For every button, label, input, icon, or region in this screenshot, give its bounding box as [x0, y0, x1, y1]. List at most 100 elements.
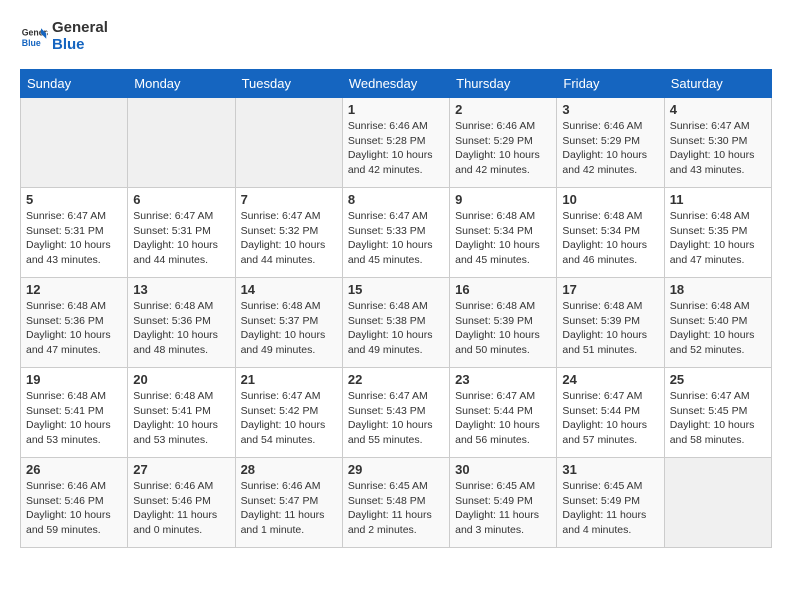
day-number: 26 [26, 462, 122, 477]
day-info: Sunrise: 6:46 AM Sunset: 5:46 PM Dayligh… [26, 479, 122, 538]
calendar-cell: 30 Sunrise: 6:45 AM Sunset: 5:49 PM Dayli… [450, 458, 557, 548]
day-number: 3 [562, 102, 658, 117]
day-info: Sunrise: 6:48 AM Sunset: 5:39 PM Dayligh… [562, 299, 658, 358]
day-header: Wednesday [342, 70, 449, 98]
calendar-cell: 24Sunrise: 6:47 AM Sunset: 5:44 PM Dayli… [557, 368, 664, 458]
day-info: Sunrise: 6:45 AM Sunset: 5:49 PM Dayligh… [562, 479, 658, 538]
calendar-cell: 16 Sunrise: 6:48 AM Sunset: 5:39 PM Dayli… [450, 278, 557, 368]
day-info: Sunrise: 6:48 AM Sunset: 5:40 PM Dayligh… [670, 299, 766, 358]
calendar-cell: 21Sunrise: 6:47 AM Sunset: 5:42 PM Dayli… [235, 368, 342, 458]
day-info: Sunrise: 6:47 AM Sunset: 5:33 PM Dayligh… [348, 209, 444, 268]
calendar-cell: 17 Sunrise: 6:48 AM Sunset: 5:39 PM Dayli… [557, 278, 664, 368]
calendar-cell: 22 Sunrise: 6:47 AM Sunset: 5:43 PM Dayli… [342, 368, 449, 458]
day-number: 8 [348, 192, 444, 207]
day-info: Sunrise: 6:46 AM Sunset: 5:46 PM Dayligh… [133, 479, 229, 538]
calendar-cell: 12 Sunrise: 6:48 AM Sunset: 5:36 PM Dayli… [21, 278, 128, 368]
day-info: Sunrise: 6:46 AM Sunset: 5:29 PM Dayligh… [562, 119, 658, 178]
day-number: 7 [241, 192, 337, 207]
calendar-cell: 6 Sunrise: 6:47 AM Sunset: 5:31 PM Daylig… [128, 188, 235, 278]
day-number: 22 [348, 372, 444, 387]
calendar-cell: 5Sunrise: 6:47 AM Sunset: 5:31 PM Daylig… [21, 188, 128, 278]
calendar-cell: 14 Sunrise: 6:48 AM Sunset: 5:37 PM Dayli… [235, 278, 342, 368]
day-number: 23 [455, 372, 551, 387]
calendar-cell: 23 Sunrise: 6:47 AM Sunset: 5:44 PM Dayli… [450, 368, 557, 458]
day-number: 13 [133, 282, 229, 297]
day-info: Sunrise: 6:48 AM Sunset: 5:38 PM Dayligh… [348, 299, 444, 358]
day-number: 19 [26, 372, 122, 387]
day-number: 15 [348, 282, 444, 297]
day-number: 27 [133, 462, 229, 477]
calendar-week-row: 12 Sunrise: 6:48 AM Sunset: 5:36 PM Dayli… [21, 278, 772, 368]
svg-text:Blue: Blue [22, 37, 41, 47]
day-number: 30 [455, 462, 551, 477]
calendar-cell: 10 Sunrise: 6:48 AM Sunset: 5:34 PM Dayli… [557, 188, 664, 278]
day-number: 4 [670, 102, 766, 117]
calendar-cell: 13 Sunrise: 6:48 AM Sunset: 5:36 PM Dayli… [128, 278, 235, 368]
day-header: Monday [128, 70, 235, 98]
calendar-week-row: 19 Sunrise: 6:48 AM Sunset: 5:41 PM Dayli… [21, 368, 772, 458]
day-number: 5 [26, 192, 122, 207]
day-info: Sunrise: 6:48 AM Sunset: 5:41 PM Dayligh… [133, 389, 229, 448]
calendar-cell: 26 Sunrise: 6:46 AM Sunset: 5:46 PM Dayli… [21, 458, 128, 548]
day-number: 17 [562, 282, 658, 297]
day-number: 11 [670, 192, 766, 207]
calendar-cell: 18 Sunrise: 6:48 AM Sunset: 5:40 PM Dayli… [664, 278, 771, 368]
day-number: 2 [455, 102, 551, 117]
calendar-cell: 8 Sunrise: 6:47 AM Sunset: 5:33 PM Daylig… [342, 188, 449, 278]
day-info: Sunrise: 6:48 AM Sunset: 5:34 PM Dayligh… [455, 209, 551, 268]
day-header: Tuesday [235, 70, 342, 98]
day-info: Sunrise: 6:48 AM Sunset: 5:36 PM Dayligh… [133, 299, 229, 358]
day-info: Sunrise: 6:47 AM Sunset: 5:31 PM Dayligh… [133, 209, 229, 268]
calendar-cell: 15 Sunrise: 6:48 AM Sunset: 5:38 PM Dayli… [342, 278, 449, 368]
day-header: Sunday [21, 70, 128, 98]
day-info: Sunrise: 6:47 AM Sunset: 5:44 PM Dayligh… [455, 389, 551, 448]
logo: General Blue General Blue [20, 20, 108, 53]
day-info: Sunrise: 6:45 AM Sunset: 5:49 PM Dayligh… [455, 479, 551, 538]
day-header: Saturday [664, 70, 771, 98]
calendar-table: SundayMondayTuesdayWednesdayThursdayFrid… [20, 69, 772, 548]
day-number: 9 [455, 192, 551, 207]
calendar-cell [21, 98, 128, 188]
day-info: Sunrise: 6:46 AM Sunset: 5:29 PM Dayligh… [455, 119, 551, 178]
calendar-cell: 11 Sunrise: 6:48 AM Sunset: 5:35 PM Dayli… [664, 188, 771, 278]
calendar-week-row: 26 Sunrise: 6:46 AM Sunset: 5:46 PM Dayli… [21, 458, 772, 548]
day-number: 18 [670, 282, 766, 297]
day-number: 29 [348, 462, 444, 477]
day-info: Sunrise: 6:47 AM Sunset: 5:43 PM Dayligh… [348, 389, 444, 448]
day-info: Sunrise: 6:48 AM Sunset: 5:36 PM Dayligh… [26, 299, 122, 358]
calendar-cell [664, 458, 771, 548]
logo-icon: General Blue [20, 23, 48, 51]
day-header: Thursday [450, 70, 557, 98]
day-info: Sunrise: 6:46 AM Sunset: 5:47 PM Dayligh… [241, 479, 337, 538]
day-number: 16 [455, 282, 551, 297]
day-info: Sunrise: 6:47 AM Sunset: 5:30 PM Dayligh… [670, 119, 766, 178]
page-header: General Blue General Blue [20, 20, 772, 53]
calendar-cell: 28 Sunrise: 6:46 AM Sunset: 5:47 PM Dayli… [235, 458, 342, 548]
day-header: Friday [557, 70, 664, 98]
day-info: Sunrise: 6:48 AM Sunset: 5:37 PM Dayligh… [241, 299, 337, 358]
day-number: 20 [133, 372, 229, 387]
day-number: 6 [133, 192, 229, 207]
calendar-cell [128, 98, 235, 188]
day-info: Sunrise: 6:48 AM Sunset: 5:41 PM Dayligh… [26, 389, 122, 448]
day-info: Sunrise: 6:48 AM Sunset: 5:35 PM Dayligh… [670, 209, 766, 268]
calendar-cell: 25Sunrise: 6:47 AM Sunset: 5:45 PM Dayli… [664, 368, 771, 458]
day-info: Sunrise: 6:47 AM Sunset: 5:32 PM Dayligh… [241, 209, 337, 268]
calendar-cell: 31Sunrise: 6:45 AM Sunset: 5:49 PM Dayli… [557, 458, 664, 548]
calendar-cell: 19 Sunrise: 6:48 AM Sunset: 5:41 PM Dayli… [21, 368, 128, 458]
day-info: Sunrise: 6:47 AM Sunset: 5:44 PM Dayligh… [562, 389, 658, 448]
day-info: Sunrise: 6:48 AM Sunset: 5:39 PM Dayligh… [455, 299, 551, 358]
calendar-week-row: 5 Sunrise: 6:47 AM Sunset: 5:31 PM Daylig… [21, 188, 772, 278]
day-info: Sunrise: 6:45 AM Sunset: 5:48 PM Dayligh… [348, 479, 444, 538]
calendar-week-row: 1Sunrise: 6:46 AM Sunset: 5:28 PM Daylig… [21, 98, 772, 188]
day-number: 28 [241, 462, 337, 477]
logo-blue-text: Blue [52, 36, 85, 53]
day-number: 12 [26, 282, 122, 297]
day-info: Sunrise: 6:47 AM Sunset: 5:45 PM Dayligh… [670, 389, 766, 448]
day-number: 10 [562, 192, 658, 207]
calendar-cell: 3 Sunrise: 6:46 AM Sunset: 5:29 PM Daylig… [557, 98, 664, 188]
day-info: Sunrise: 6:48 AM Sunset: 5:34 PM Dayligh… [562, 209, 658, 268]
day-number: 14 [241, 282, 337, 297]
day-number: 21 [241, 372, 337, 387]
calendar-cell: 1Sunrise: 6:46 AM Sunset: 5:28 PM Daylig… [342, 98, 449, 188]
